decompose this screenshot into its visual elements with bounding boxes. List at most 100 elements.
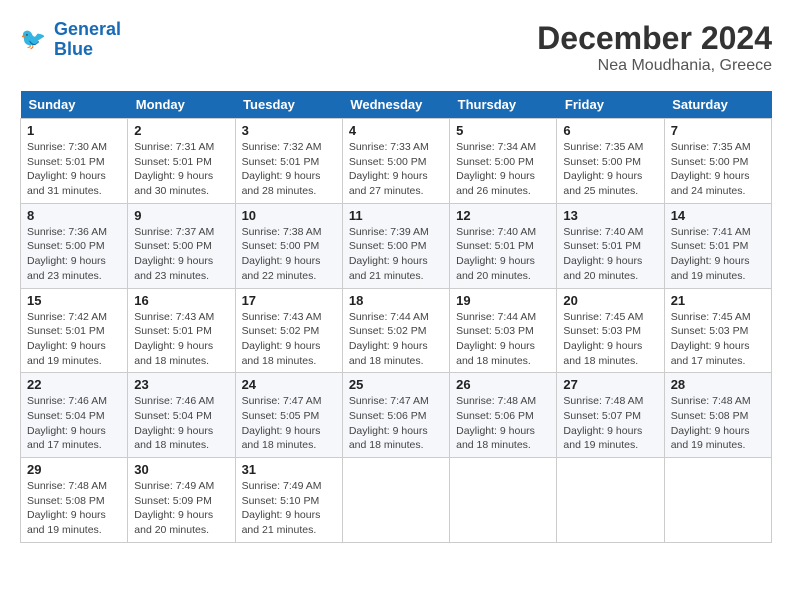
calendar-cell: 5 Sunrise: 7:34 AM Sunset: 5:00 PM Daylig…	[450, 119, 557, 204]
day-info: Sunrise: 7:39 AM Sunset: 5:00 PM Dayligh…	[349, 225, 443, 284]
calendar-cell: 3 Sunrise: 7:32 AM Sunset: 5:01 PM Daylig…	[235, 119, 342, 204]
weekday-header-tuesday: Tuesday	[235, 91, 342, 119]
calendar-cell: 6 Sunrise: 7:35 AM Sunset: 5:00 PM Daylig…	[557, 119, 664, 204]
calendar-cell: 28Sunrise: 7:48 AM Sunset: 5:08 PM Dayli…	[664, 373, 771, 458]
day-info: Sunrise: 7:46 AM Sunset: 5:04 PM Dayligh…	[27, 394, 121, 453]
day-number: 7	[671, 123, 765, 138]
calendar-cell: 2 Sunrise: 7:31 AM Sunset: 5:01 PM Daylig…	[128, 119, 235, 204]
day-info: Sunrise: 7:47 AM Sunset: 5:06 PM Dayligh…	[349, 394, 443, 453]
day-number: 27	[563, 377, 657, 392]
calendar-cell: 27 Sunrise: 7:48 AM Sunset: 5:07 PM Dayli…	[557, 373, 664, 458]
day-number: 10	[242, 208, 336, 223]
weekday-header-wednesday: Wednesday	[342, 91, 449, 119]
calendar-week-2: 8 Sunrise: 7:36 AM Sunset: 5:00 PM Daylig…	[21, 203, 772, 288]
calendar-cell	[342, 458, 449, 543]
calendar-cell: 13 Sunrise: 7:40 AM Sunset: 5:01 PM Dayli…	[557, 203, 664, 288]
calendar-cell: 9 Sunrise: 7:37 AM Sunset: 5:00 PM Daylig…	[128, 203, 235, 288]
day-info: Sunrise: 7:48 AM Sunset: 5:08 PM Dayligh…	[27, 479, 121, 538]
calendar-week-3: 15Sunrise: 7:42 AM Sunset: 5:01 PM Dayli…	[21, 288, 772, 373]
day-number: 9	[134, 208, 228, 223]
day-number: 6	[563, 123, 657, 138]
day-info: Sunrise: 7:40 AM Sunset: 5:01 PM Dayligh…	[563, 225, 657, 284]
calendar-cell: 24Sunrise: 7:47 AM Sunset: 5:05 PM Dayli…	[235, 373, 342, 458]
calendar-cell	[450, 458, 557, 543]
calendar-cell: 15Sunrise: 7:42 AM Sunset: 5:01 PM Dayli…	[21, 288, 128, 373]
day-number: 4	[349, 123, 443, 138]
day-info: Sunrise: 7:40 AM Sunset: 5:01 PM Dayligh…	[456, 225, 550, 284]
day-info: Sunrise: 7:44 AM Sunset: 5:03 PM Dayligh…	[456, 310, 550, 369]
day-number: 1	[27, 123, 121, 138]
day-info: Sunrise: 7:37 AM Sunset: 5:00 PM Dayligh…	[134, 225, 228, 284]
calendar-cell: 12 Sunrise: 7:40 AM Sunset: 5:01 PM Dayli…	[450, 203, 557, 288]
calendar-cell: 4 Sunrise: 7:33 AM Sunset: 5:00 PM Daylig…	[342, 119, 449, 204]
day-number: 26	[456, 377, 550, 392]
day-info: Sunrise: 7:46 AM Sunset: 5:04 PM Dayligh…	[134, 394, 228, 453]
day-number: 11	[349, 208, 443, 223]
day-number: 19	[456, 293, 550, 308]
svg-text:🐦: 🐦	[20, 28, 46, 51]
day-number: 2	[134, 123, 228, 138]
day-number: 16	[134, 293, 228, 308]
day-info: Sunrise: 7:34 AM Sunset: 5:00 PM Dayligh…	[456, 140, 550, 199]
day-info: Sunrise: 7:30 AM Sunset: 5:01 PM Dayligh…	[27, 140, 121, 199]
day-info: Sunrise: 7:49 AM Sunset: 5:09 PM Dayligh…	[134, 479, 228, 538]
day-number: 18	[349, 293, 443, 308]
weekday-header-thursday: Thursday	[450, 91, 557, 119]
calendar-cell: 10 Sunrise: 7:38 AM Sunset: 5:00 PM Dayli…	[235, 203, 342, 288]
day-number: 21	[671, 293, 765, 308]
day-number: 25	[349, 377, 443, 392]
day-info: Sunrise: 7:42 AM Sunset: 5:01 PM Dayligh…	[27, 310, 121, 369]
calendar-cell: 7 Sunrise: 7:35 AM Sunset: 5:00 PM Daylig…	[664, 119, 771, 204]
day-info: Sunrise: 7:35 AM Sunset: 5:00 PM Dayligh…	[671, 140, 765, 199]
day-info: Sunrise: 7:47 AM Sunset: 5:05 PM Dayligh…	[242, 394, 336, 453]
calendar-cell: 31 Sunrise: 7:49 AM Sunset: 5:10 PM Dayli…	[235, 458, 342, 543]
weekday-header-sunday: Sunday	[21, 91, 128, 119]
day-info: Sunrise: 7:38 AM Sunset: 5:00 PM Dayligh…	[242, 225, 336, 284]
day-info: Sunrise: 7:45 AM Sunset: 5:03 PM Dayligh…	[671, 310, 765, 369]
day-number: 8	[27, 208, 121, 223]
day-number: 23	[134, 377, 228, 392]
day-info: Sunrise: 7:44 AM Sunset: 5:02 PM Dayligh…	[349, 310, 443, 369]
day-info: Sunrise: 7:41 AM Sunset: 5:01 PM Dayligh…	[671, 225, 765, 284]
calendar-cell: 23 Sunrise: 7:46 AM Sunset: 5:04 PM Dayli…	[128, 373, 235, 458]
calendar-cell: 14Sunrise: 7:41 AM Sunset: 5:01 PM Dayli…	[664, 203, 771, 288]
day-number: 29	[27, 462, 121, 477]
day-info: Sunrise: 7:31 AM Sunset: 5:01 PM Dayligh…	[134, 140, 228, 199]
day-info: Sunrise: 7:43 AM Sunset: 5:01 PM Dayligh…	[134, 310, 228, 369]
calendar-cell: 18 Sunrise: 7:44 AM Sunset: 5:02 PM Dayli…	[342, 288, 449, 373]
day-number: 5	[456, 123, 550, 138]
calendar-cell: 16 Sunrise: 7:43 AM Sunset: 5:01 PM Dayli…	[128, 288, 235, 373]
day-number: 28	[671, 377, 765, 392]
day-info: Sunrise: 7:49 AM Sunset: 5:10 PM Dayligh…	[242, 479, 336, 538]
title-block: December 2024 Nea Moudhania, Greece	[537, 20, 772, 75]
calendar-cell: 17 Sunrise: 7:43 AM Sunset: 5:02 PM Dayli…	[235, 288, 342, 373]
calendar-cell: 25 Sunrise: 7:47 AM Sunset: 5:06 PM Dayli…	[342, 373, 449, 458]
day-info: Sunrise: 7:32 AM Sunset: 5:01 PM Dayligh…	[242, 140, 336, 199]
weekday-header-friday: Friday	[557, 91, 664, 119]
logo-text: GeneralBlue	[54, 20, 121, 60]
location-subtitle: Nea Moudhania, Greece	[537, 57, 772, 75]
day-number: 3	[242, 123, 336, 138]
day-number: 12	[456, 208, 550, 223]
calendar-cell: 19 Sunrise: 7:44 AM Sunset: 5:03 PM Dayli…	[450, 288, 557, 373]
weekday-header-monday: Monday	[128, 91, 235, 119]
day-number: 13	[563, 208, 657, 223]
logo: 🐦 GeneralBlue	[20, 20, 121, 60]
day-info: Sunrise: 7:48 AM Sunset: 5:07 PM Dayligh…	[563, 394, 657, 453]
day-info: Sunrise: 7:33 AM Sunset: 5:00 PM Dayligh…	[349, 140, 443, 199]
day-info: Sunrise: 7:45 AM Sunset: 5:03 PM Dayligh…	[563, 310, 657, 369]
calendar-week-1: 1 Sunrise: 7:30 AM Sunset: 5:01 PM Daylig…	[21, 119, 772, 204]
day-info: Sunrise: 7:36 AM Sunset: 5:00 PM Dayligh…	[27, 225, 121, 284]
day-info: Sunrise: 7:43 AM Sunset: 5:02 PM Dayligh…	[242, 310, 336, 369]
day-number: 22	[27, 377, 121, 392]
calendar-table: SundayMondayTuesdayWednesdayThursdayFrid…	[20, 91, 772, 543]
calendar-cell: 21 Sunrise: 7:45 AM Sunset: 5:03 PM Dayli…	[664, 288, 771, 373]
month-year-title: December 2024	[537, 20, 772, 57]
day-number: 31	[242, 462, 336, 477]
day-number: 17	[242, 293, 336, 308]
day-info: Sunrise: 7:48 AM Sunset: 5:06 PM Dayligh…	[456, 394, 550, 453]
day-info: Sunrise: 7:35 AM Sunset: 5:00 PM Dayligh…	[563, 140, 657, 199]
day-number: 20	[563, 293, 657, 308]
calendar-week-5: 29 Sunrise: 7:48 AM Sunset: 5:08 PM Dayli…	[21, 458, 772, 543]
day-number: 30	[134, 462, 228, 477]
